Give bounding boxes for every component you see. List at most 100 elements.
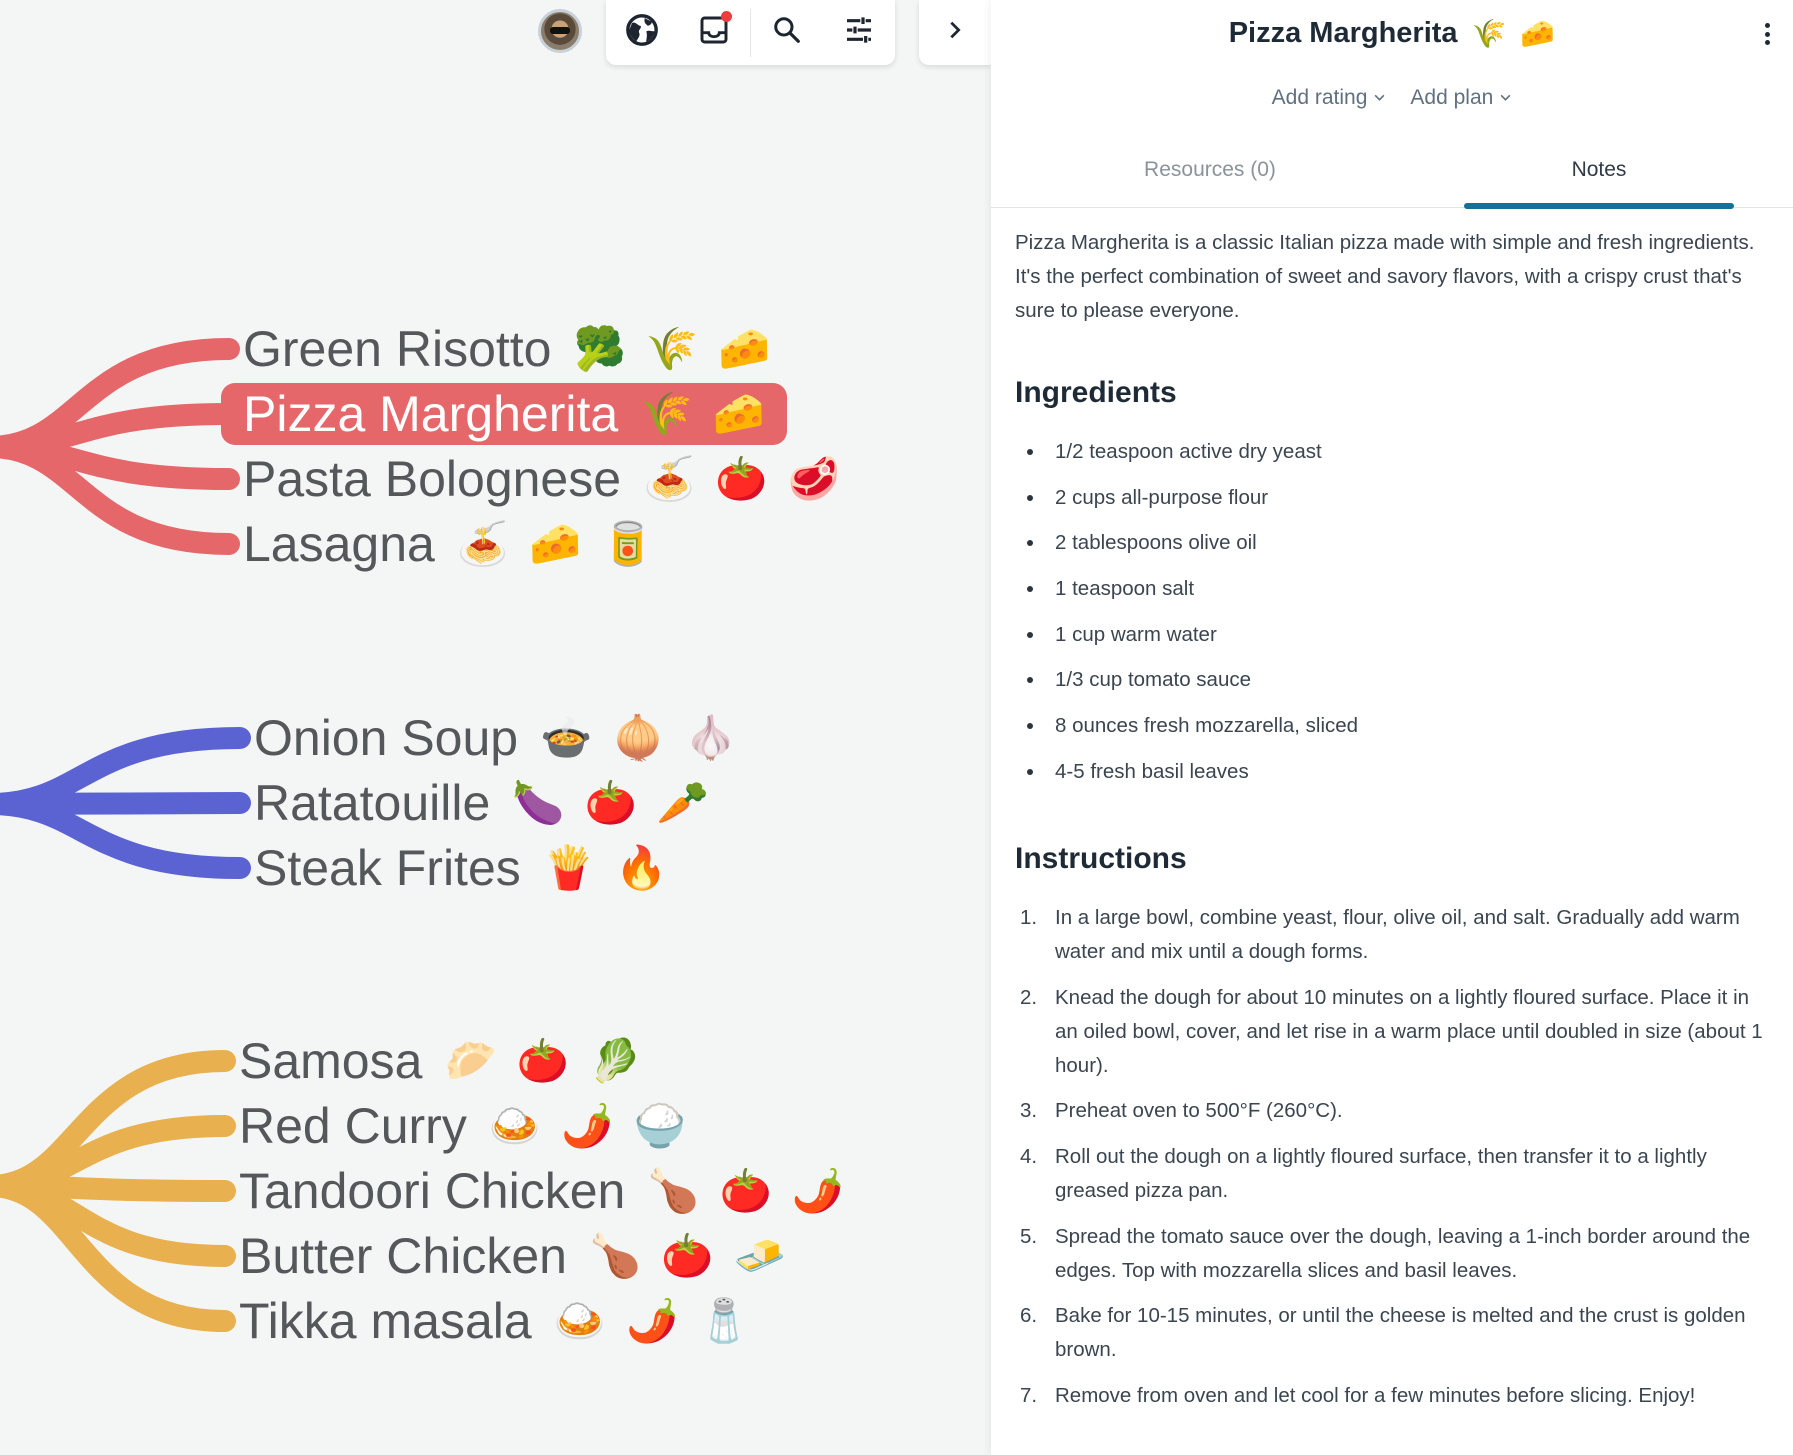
mind-map-node[interactable]: Onion Soup 🍲 🧅 🧄 <box>254 707 737 769</box>
food-emoji-icon: 🌶️ <box>561 1102 614 1149</box>
mind-map-node[interactable]: Steak Frites 🍟 🔥 <box>254 837 667 899</box>
mind-map-canvas[interactable]: Green Risotto 🥦 🌾 🧀 Pizza Margherita 🌾 🧀 Pasta … <box>0 0 991 1455</box>
food-emoji-icon: 🌶️ <box>791 1167 845 1214</box>
node-label: Green Risotto <box>243 321 552 377</box>
node-label: Butter Chicken <box>239 1228 567 1284</box>
expand-panel-button[interactable] <box>919 0 991 65</box>
food-emoji-icon: 🍟 <box>542 844 596 891</box>
food-emoji-icon: 🧀 <box>718 325 771 372</box>
mind-map-node[interactable]: Tikka masala 🍛 🌶️ 🧂 <box>239 1290 751 1352</box>
food-emoji-icon: 🌶️ <box>625 1297 679 1344</box>
food-emoji-icon: 🧀 <box>529 520 582 567</box>
search-icon <box>772 15 802 50</box>
ingredients-list: 1/2 teaspoon active dry yeast 2 cups all-… <box>1015 435 1763 789</box>
node-label: Pasta Bolognese <box>243 451 622 507</box>
instruction-step: 3. Preheat oven to 500°F (260°C). <box>1015 1094 1763 1128</box>
instructions-list: 1. In a large bowl, combine yeast, flour,… <box>1015 901 1763 1413</box>
node-emoji-tags: 🍟 🔥 <box>543 847 668 889</box>
ingredient-item: 1 cup warm water <box>1015 618 1763 652</box>
node-label: Steak Frites <box>254 840 521 896</box>
step-text: Spread the tomato sauce over the dough, … <box>1055 1224 1751 1282</box>
add-rating-dropdown[interactable]: Add rating <box>1272 80 1387 116</box>
node-emoji-tags: 🍆 🍅 🥕 <box>512 782 709 824</box>
inbox-button[interactable] <box>678 0 750 65</box>
step-number: 5. <box>1020 1224 1038 1248</box>
food-emoji-icon: 🧂 <box>698 1297 751 1344</box>
food-emoji-icon: 🔥 <box>615 844 668 891</box>
add-rating-label: Add rating <box>1271 86 1368 109</box>
food-emoji-icon: 🍝 <box>456 520 510 567</box>
food-emoji-icon: 🌾 <box>645 325 699 372</box>
food-emoji-icon: 🍗 <box>647 1167 700 1214</box>
tab-resources[interactable]: Resources (0) <box>1075 146 1345 208</box>
node-label: Samosa <box>239 1033 423 1089</box>
ingredient-item: 2 cups all-purpose flour <box>1015 481 1763 515</box>
add-plan-dropdown[interactable]: Add plan <box>1410 80 1512 116</box>
more-options-button[interactable] <box>1755 20 1779 48</box>
node-label: Onion Soup <box>254 710 519 766</box>
food-emoji-icon: 🍅 <box>516 1037 570 1084</box>
notification-badge <box>721 11 732 22</box>
step-number: 3. <box>1020 1099 1038 1123</box>
node-emoji-tags: 🍛 🌶️ 🧂 <box>554 1300 751 1342</box>
instruction-step: 7. Remove from oven and let cool for a fe… <box>1015 1379 1763 1413</box>
globe-button[interactable] <box>606 0 678 65</box>
tab-notes[interactable]: Notes <box>1464 146 1734 209</box>
mind-map-node[interactable]: Lasagna 🍝 🧀 🥫 <box>243 513 654 575</box>
ingredient-item: 1/3 cup tomato sauce <box>1015 663 1763 697</box>
mind-map-node[interactable]: Red Curry 🍛 🌶️ 🍚 <box>239 1095 686 1157</box>
food-emoji-icon: 🥫 <box>601 520 654 567</box>
food-emoji-icon: 🍛 <box>488 1102 542 1149</box>
notes-intro: Pizza Margherita is a classic Italian pi… <box>1015 231 1755 322</box>
step-number: 2. <box>1020 985 1038 1009</box>
search-button[interactable] <box>751 0 823 65</box>
food-emoji-icon: 🧀 <box>712 390 765 437</box>
mind-map-node[interactable]: Ratatouille 🍆 🍅 🥕 <box>254 772 709 834</box>
chevron-right-icon <box>944 19 966 46</box>
food-emoji-icon: 🍅 <box>661 1232 714 1279</box>
kebab-dot <box>1764 31 1770 37</box>
food-emoji-icon: 🧄 <box>684 714 737 761</box>
step-number: 6. <box>1020 1304 1038 1328</box>
mind-map-node[interactable]: Tandoori Chicken 🍗 🍅 🌶️ <box>239 1160 844 1222</box>
kebab-dot <box>1764 23 1770 28</box>
chevron-down-icon <box>1499 86 1512 110</box>
mind-map-node[interactable]: Pizza Margherita 🌾 🧀 <box>221 383 787 445</box>
globe-icon <box>625 13 659 52</box>
add-plan-label: Add plan <box>1410 86 1494 109</box>
food-emoji-icon: 🧅 <box>612 714 665 761</box>
ingredient-item: 4-5 fresh basil leaves <box>1015 755 1763 789</box>
food-emoji-icon: 🍗 <box>588 1232 642 1279</box>
step-text: Roll out the dough on a lightly floured … <box>1055 1144 1707 1202</box>
node-emoji-tags: 🥟 🍅 🥬 <box>444 1040 641 1082</box>
mind-map-node[interactable]: Pasta Bolognese 🍝 🍅 🥩 <box>243 448 840 510</box>
ingredient-item: 1/2 teaspoon active dry yeast <box>1015 435 1763 469</box>
node-emoji-tags: 🍝 🍅 🥩 <box>643 458 840 500</box>
step-text: Preheat oven to 500°F (260°C). <box>1055 1099 1343 1123</box>
ingredient-item: 2 tablespoons olive oil <box>1015 526 1763 560</box>
mind-map-node[interactable]: Samosa 🥟 🍅 🥬 <box>239 1030 641 1092</box>
node-label: Red Curry <box>239 1098 467 1154</box>
instruction-step: 2. Knead the dough for about 10 minutes o… <box>1015 981 1763 1083</box>
filter-button[interactable] <box>823 0 895 65</box>
panel-tabs: Resources (0) Notes <box>991 146 1793 209</box>
food-emoji-icon: 🌾 <box>640 390 693 437</box>
food-emoji-icon: 🍲 <box>540 714 593 761</box>
food-emoji-icon: 🍆 <box>512 779 565 826</box>
node-label: Tikka masala <box>239 1293 532 1349</box>
mind-map-node[interactable]: Butter Chicken 🍗 🍅 🧈 <box>239 1225 786 1287</box>
instruction-step: 1. In a large bowl, combine yeast, flour,… <box>1015 901 1763 969</box>
page-title: Pizza Margherita <box>1228 16 1458 49</box>
node-emoji-tags: 🍗 🍅 🌶️ <box>647 1170 844 1212</box>
food-emoji-icon: 🥦 <box>573 325 626 372</box>
user-avatar[interactable] <box>538 9 582 53</box>
food-emoji-icon: 🍅 <box>584 779 637 826</box>
panel-actions: Add rating Add plan <box>991 80 1793 116</box>
step-text: Knead the dough for about 10 minutes on … <box>1055 985 1763 1077</box>
food-emoji-icon: 🍛 <box>553 1297 606 1344</box>
wheat-emoji-icon: 🌾 <box>1471 17 1507 49</box>
filter-sliders-icon <box>843 14 875 51</box>
node-emoji-tags: 🍝 🧀 🥫 <box>457 523 654 565</box>
ingredients-heading: Ingredients <box>1015 376 1177 409</box>
mind-map-node[interactable]: Green Risotto 🥦 🌾 🧀 <box>243 318 770 380</box>
